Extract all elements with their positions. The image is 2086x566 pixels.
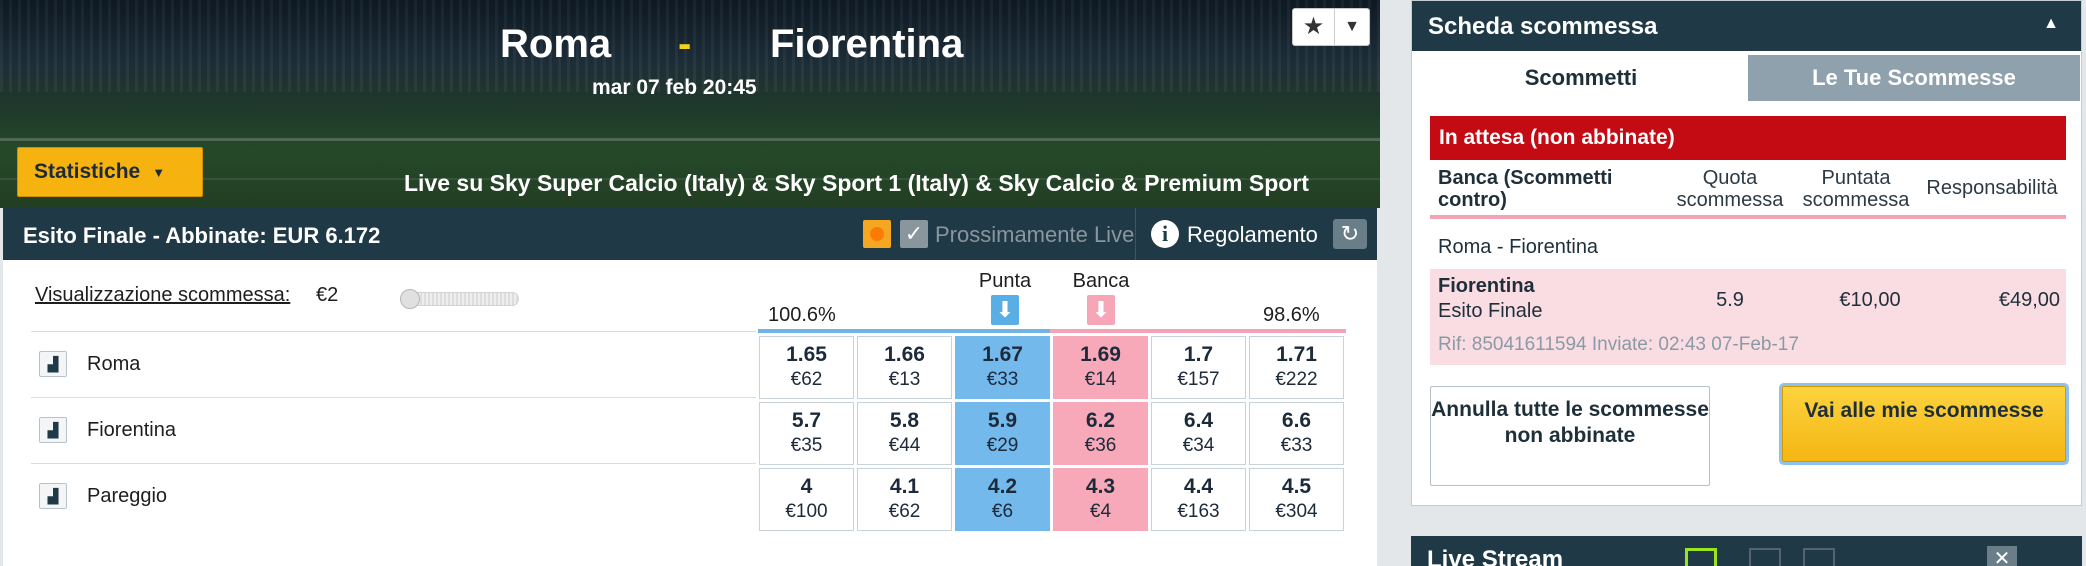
lay-overround: 98.6% [1263, 304, 1320, 326]
team-separator: - [678, 22, 692, 66]
chart-icon[interactable]: ▟ [39, 483, 67, 509]
check-icon[interactable]: ✓ [900, 220, 928, 248]
back-price-cell[interactable]: 4 €100 [759, 468, 854, 531]
live-indicator-icon [863, 220, 891, 248]
lay-price-cell[interactable]: 1.71 €222 [1249, 336, 1344, 399]
lay-price-cell[interactable]: 6.4 €34 [1151, 402, 1246, 465]
back-price-cell[interactable]: 5.7 €35 [759, 402, 854, 465]
match-date: mar 07 feb 20:45 [592, 76, 757, 99]
statistics-label: Statistiche [34, 160, 141, 183]
market-panel: Esito Finale - Abbinate: EUR 6.172 ✓ Pro… [3, 208, 1377, 566]
bet-runner: Fiorentina [1438, 275, 1535, 297]
live-stream-title: Live Stream [1427, 546, 1564, 566]
stake-column-header: Puntata scommessa [1802, 167, 1910, 211]
bet-reference: Rif: 85041611594 Inviate: 02:43 07-Feb-1… [1438, 334, 1799, 355]
lay-line [1050, 329, 1346, 333]
lay-header: Banca [1072, 270, 1130, 292]
lay-column-header: Banca (Scommetti contro) [1438, 167, 1613, 211]
close-icon[interactable]: ✕ [1987, 546, 2017, 566]
best-back-price-cell[interactable]: 1.67 €33 [955, 336, 1050, 399]
stake-slider[interactable] [400, 289, 519, 309]
chart-icon[interactable]: ▟ [39, 417, 67, 443]
lay-price-cell[interactable]: 4.5 €304 [1249, 468, 1344, 531]
runner-name: Fiorentina [87, 419, 176, 441]
lay-arrow-icon[interactable]: ⬇ [1087, 295, 1115, 325]
market-header: Esito Finale - Abbinate: EUR 6.172 ✓ Pro… [3, 208, 1377, 260]
cancel-unmatched-button[interactable]: Annulla tutte le scommesse non abbinate [1430, 386, 1710, 486]
runner-name: Pareggio [87, 485, 168, 507]
home-team: Roma [500, 22, 612, 66]
back-overround: 100.6% [768, 304, 836, 326]
live-stream-header: Live Stream ✕ [1411, 536, 2082, 566]
chart-icon[interactable]: ▟ [39, 351, 67, 377]
rules-link[interactable]: Regolamento [1187, 222, 1318, 248]
back-line [758, 329, 1050, 333]
favourite-button[interactable]: ★ ▼ [1292, 8, 1370, 46]
tv-coverage: Live su Sky Super Calcio (Italy) & Sky S… [404, 170, 1309, 196]
best-back-price-cell[interactable]: 5.9 €29 [955, 402, 1050, 465]
grid-view-icon[interactable] [1749, 548, 1781, 566]
best-back-price-cell[interactable]: 4.2 €6 [955, 468, 1050, 531]
best-lay-price-cell[interactable]: 6.2 €36 [1053, 402, 1148, 465]
coming-live-label: Prossimamente Live [935, 222, 1135, 247]
bet-stake: €10,00 [1839, 289, 1901, 311]
bet-odds: 5.9 [1716, 289, 1744, 311]
refresh-icon[interactable]: ↻ [1333, 219, 1367, 249]
bet-columns-header: Banca (Scommetti contro) Quota scommessa… [1430, 163, 2066, 219]
info-icon[interactable]: i [1151, 220, 1179, 248]
back-price-cell[interactable]: 1.65 €62 [759, 336, 854, 399]
runner-row: ▟ Fiorentina [31, 397, 756, 463]
tab-my-bets[interactable]: Le Tue Scommesse [1748, 55, 2080, 101]
bet-slip-header[interactable]: Scheda scommessa ▲ [1412, 1, 2081, 51]
back-arrow-icon[interactable]: ⬇ [991, 295, 1019, 325]
runner-row: ▟ Pareggio [31, 463, 756, 529]
back-price-cell[interactable]: 4.1 €62 [857, 468, 952, 531]
bet-event-name: Roma - Fiorentina [1438, 236, 1599, 258]
slider-handle[interactable] [400, 289, 420, 309]
statistics-button[interactable]: Statistiche ▼ [17, 147, 203, 197]
odds-column-header: Quota scommessa [1676, 167, 1784, 211]
unmatched-bet-row: Fiorentina Esito Finale 5.9 €10,00 €49,0… [1430, 269, 2066, 365]
market-title: Esito Finale - Abbinate: EUR 6.172 [23, 223, 381, 248]
bet-liability: €49,00 [1998, 289, 2060, 311]
chart-view-icon[interactable] [1803, 548, 1835, 566]
away-team: Fiorentina [770, 22, 964, 66]
bet-view-link[interactable]: Visualizzazione scommessa: [35, 284, 290, 307]
caret-down-icon: ▼ [152, 164, 166, 180]
star-icon[interactable]: ★ [1293, 9, 1335, 45]
bet-market: Esito Finale [1438, 300, 1543, 322]
single-view-icon[interactable] [1685, 548, 1717, 566]
best-lay-price-cell[interactable]: 4.3 €4 [1053, 468, 1148, 531]
pending-header: In attesa (non abbinate) [1430, 116, 2066, 160]
tab-place-bets[interactable]: Scommetti [1415, 55, 1747, 101]
collapse-icon[interactable]: ▲ [2043, 15, 2059, 33]
back-header: Punta [978, 270, 1032, 292]
runner-row: ▟ Roma [31, 331, 756, 397]
match-banner: Roma - Fiorentina mar 07 feb 20:45 ★ ▼ S… [0, 0, 1380, 208]
bet-slip-title: Scheda scommessa [1428, 13, 1658, 40]
chevron-down-icon[interactable]: ▼ [1335, 18, 1369, 36]
back-price-cell[interactable]: 5.8 €44 [857, 402, 952, 465]
liability-column-header: Responsabilità [1926, 177, 2058, 199]
bet-view-value: €2 [316, 284, 339, 306]
lay-price-cell[interactable]: 1.7 €157 [1151, 336, 1246, 399]
lay-price-cell[interactable]: 6.6 €33 [1249, 402, 1344, 465]
go-to-my-bets-button[interactable]: Vai alle mie scommesse [1782, 386, 2066, 462]
lay-price-cell[interactable]: 4.4 €163 [1151, 468, 1246, 531]
bet-slip: Scheda scommessa ▲ Scommetti Le Tue Scom… [1411, 0, 2082, 506]
runner-name: Roma [87, 353, 141, 375]
best-lay-price-cell[interactable]: 1.69 €14 [1053, 336, 1148, 399]
back-price-cell[interactable]: 1.66 €13 [857, 336, 952, 399]
